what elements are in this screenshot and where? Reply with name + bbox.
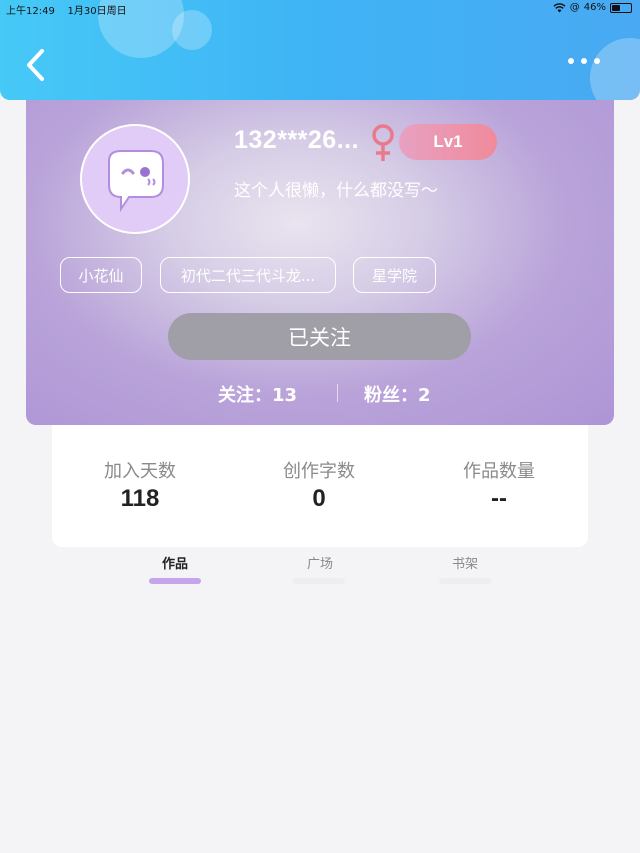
chat-bubble-face-icon	[108, 150, 164, 213]
status-indicators: @ 46%	[553, 2, 632, 13]
stats-divider	[337, 384, 338, 402]
stat-label: 加入天数	[104, 461, 176, 482]
back-button[interactable]	[24, 48, 48, 82]
back-chevron-icon	[27, 49, 44, 81]
username: 132***26...	[234, 126, 360, 154]
stat-label: 作品数量	[463, 461, 535, 482]
status-time: 上午12:49	[6, 6, 55, 17]
interest-tag[interactable]: 小花仙	[60, 257, 142, 293]
stat-join-days: 加入天数 118	[70, 457, 210, 513]
stat-label: 创作字数	[283, 461, 355, 482]
following-count[interactable]: 关注：13	[218, 381, 297, 407]
female-symbol-icon	[372, 124, 394, 161]
more-dots-icon	[568, 58, 574, 64]
more-dots-icon	[594, 58, 600, 64]
decor-bubble	[590, 38, 640, 100]
battery-percent: 46%	[583, 2, 606, 13]
stat-value: 0	[312, 485, 326, 512]
tab-works-indicator	[149, 578, 201, 584]
follow-button[interactable]: 已关注	[168, 313, 471, 360]
rotation-lock-icon: @	[569, 2, 580, 13]
status-bar: 上午12:49 1月30日周日 @ 46%	[0, 0, 640, 17]
interest-tag[interactable]: 星学院	[353, 257, 436, 293]
stat-works-count: 作品数量 --	[429, 457, 569, 513]
more-button[interactable]	[568, 58, 600, 64]
level-badge: Lv1	[399, 124, 497, 160]
bio-text: 这个人很懒，什么都没写～	[234, 181, 438, 201]
tab-square-indicator	[293, 578, 345, 584]
followers-count[interactable]: 粉丝：2	[364, 381, 431, 407]
battery-fill	[612, 4, 621, 11]
interest-tag[interactable]: 初代二代三代斗龙...	[160, 257, 336, 293]
stat-value: 118	[120, 485, 160, 512]
more-dots-icon	[581, 58, 587, 64]
decor-bubble	[172, 10, 212, 50]
status-time-date: 上午12:49 1月30日周日	[6, 2, 127, 17]
tab-square[interactable]: 广场	[280, 553, 360, 572]
avatar[interactable]	[80, 124, 190, 234]
battery-icon	[610, 2, 632, 13]
wifi-icon	[553, 2, 566, 12]
tab-works[interactable]: 作品	[135, 553, 215, 572]
tab-bookshelf-indicator	[439, 578, 491, 584]
status-date: 1月30日周日	[67, 6, 127, 17]
stat-value: --	[491, 485, 507, 512]
tab-bookshelf[interactable]: 书架	[425, 553, 505, 572]
stat-word-count: 创作字数 0	[249, 457, 389, 513]
